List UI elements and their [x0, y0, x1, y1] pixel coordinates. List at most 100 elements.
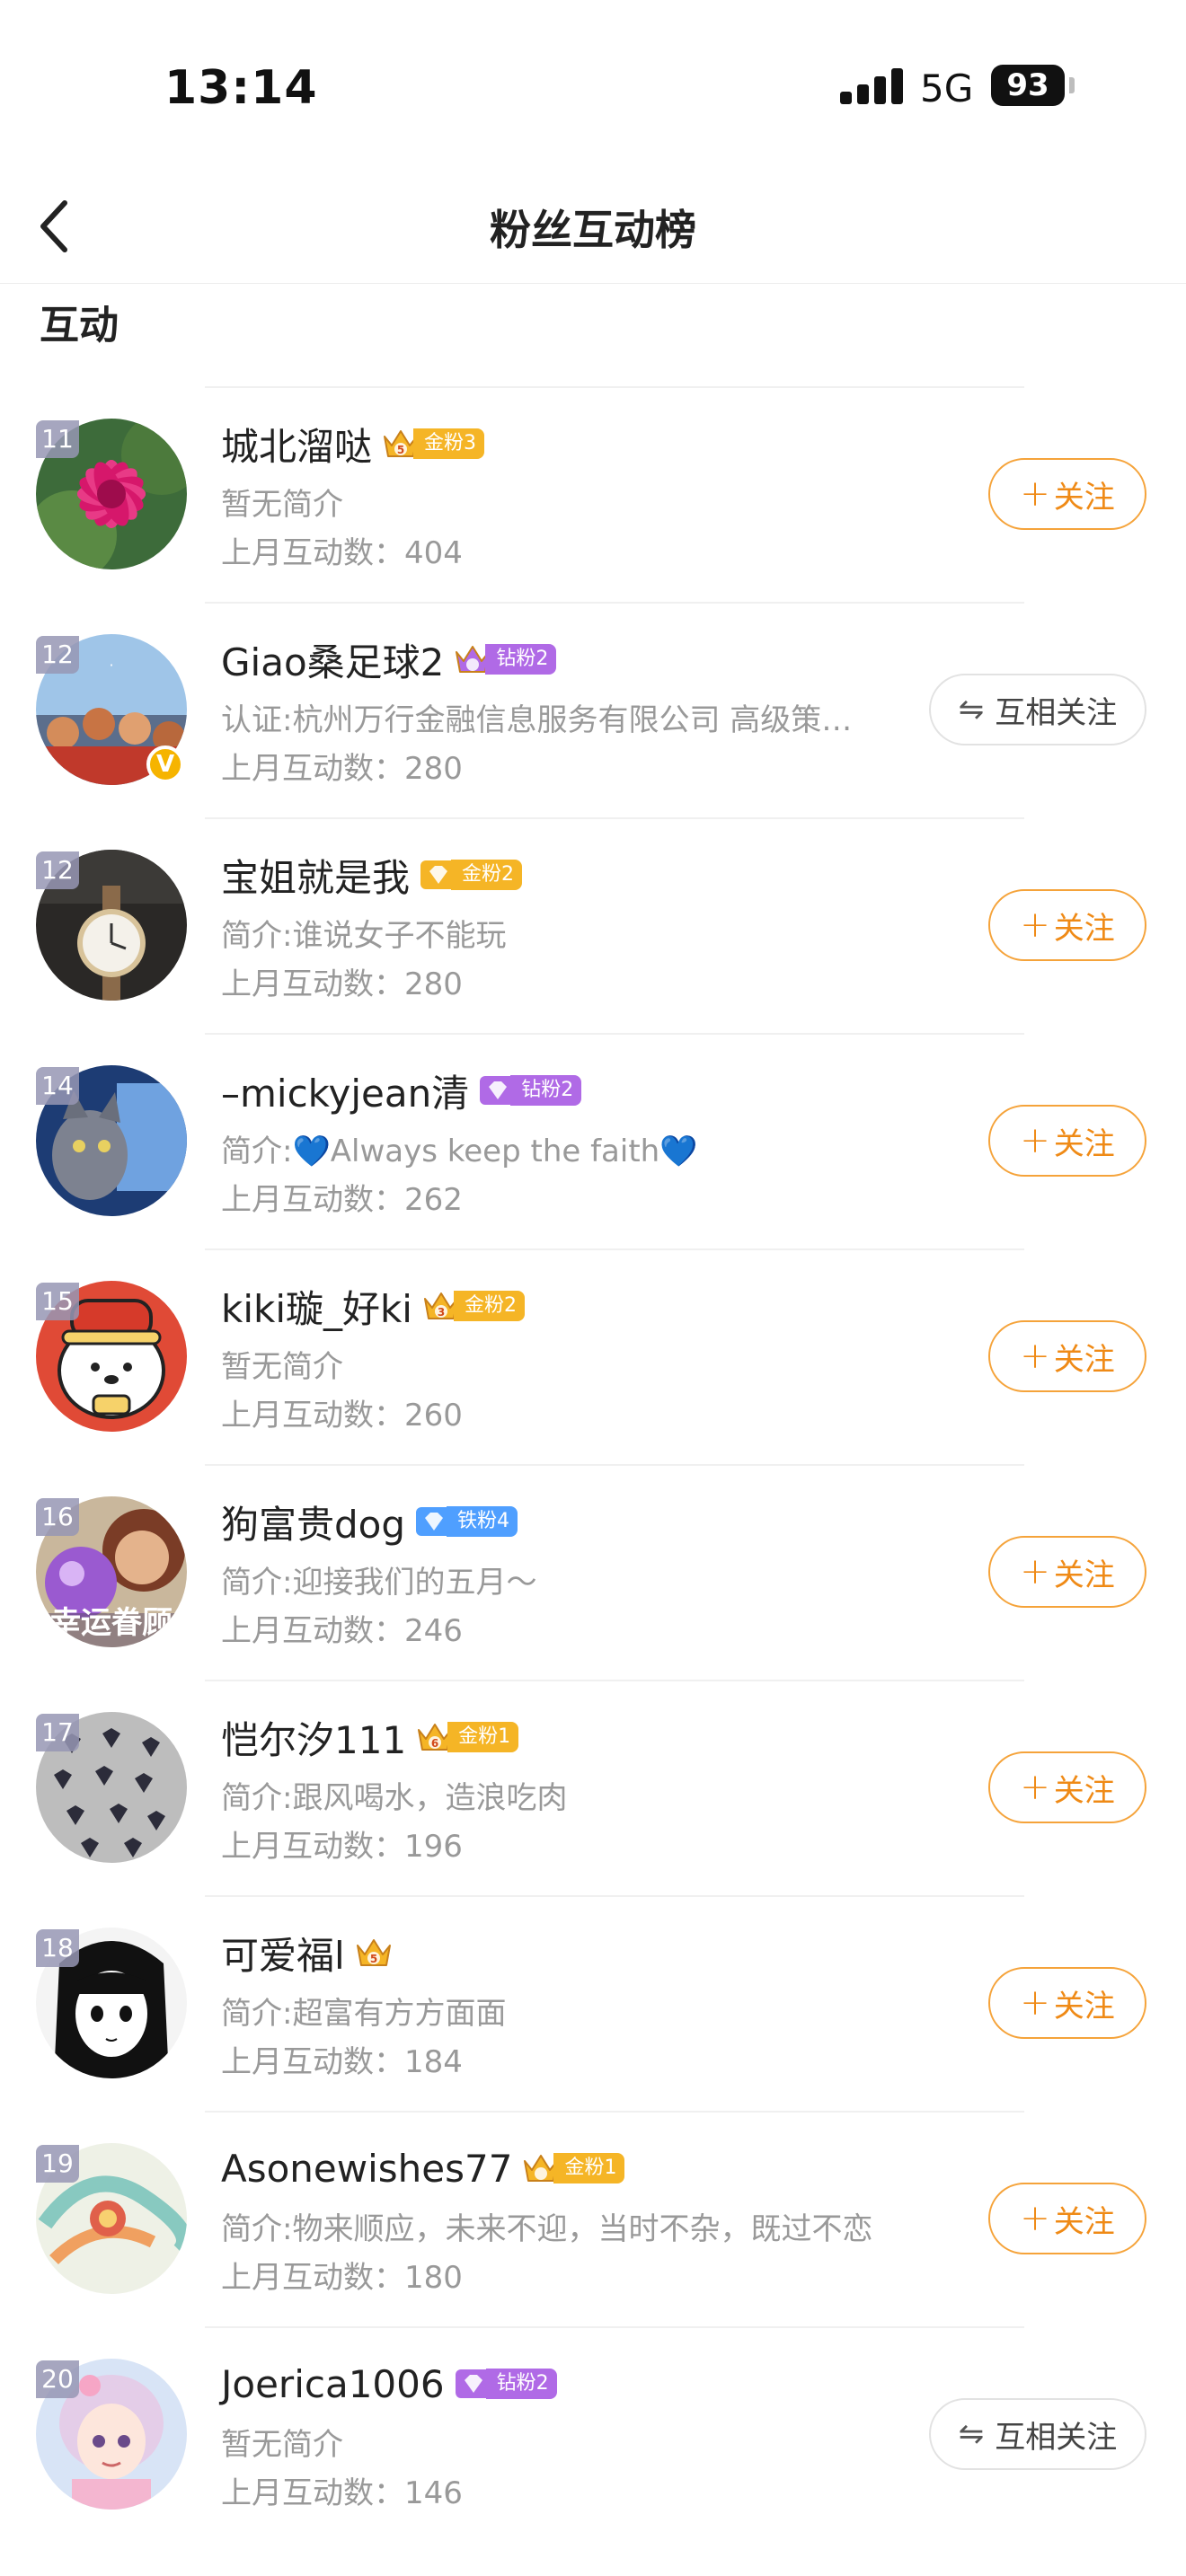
plus-icon: + — [1020, 1982, 1050, 2024]
fan-row[interactable]: 14 –mickyjean清 钻粉2 简介:💙Always keep the fait… — [0, 1033, 1186, 1248]
row-divider — [205, 1033, 1024, 1035]
follow-button[interactable]: + 关注 — [988, 1320, 1146, 1392]
row-divider — [205, 386, 1024, 388]
svg-text:6: 6 — [431, 1737, 438, 1750]
follow-label: 关注 — [1053, 2203, 1115, 2240]
row-divider — [205, 1464, 1024, 1466]
fan-row[interactable]: 17 恺尔汐111 6 金粉1 简介:跟风喝水，造浪吃肉 上月互动数：196 + 关注 — [0, 1680, 1186, 1895]
network-label: 5G — [920, 66, 974, 110]
name-line: 城北溜哒 5 金粉3 — [221, 417, 485, 472]
fan-badge: 铁粉4 — [414, 1504, 518, 1539]
crown-icon: 5 — [354, 1935, 394, 1971]
name-line: 恺尔汐111 6 金粉1 — [221, 1710, 519, 1765]
rank-badge: 12 — [36, 851, 79, 889]
mutual-follow-button[interactable]: ⇋ 互相关注 — [929, 674, 1146, 745]
fan-intro: 暂无简介 — [221, 2427, 343, 2463]
battery-cap — [1069, 77, 1075, 93]
fan-intro: 简介:超富有方方面面 — [221, 1996, 507, 2032]
fan-row[interactable]: 幸运眷顾 16 狗富贵dog 铁粉4 简介:迎接我们的五月～ 上月互动数：246 + 关注 — [0, 1464, 1186, 1680]
rank-badge: 14 — [36, 1067, 79, 1105]
name-line: 宝姐就是我 金粉2 — [221, 848, 523, 903]
plus-icon: + — [1020, 904, 1050, 946]
fan-row[interactable]: 11 城北溜哒 5 金粉3 暂无简介 上月互动数：404 + 关注 — [0, 386, 1186, 602]
fan-level-tag: 铁粉4 — [447, 1506, 518, 1537]
fan-level-tag: 金粉1 — [553, 2153, 625, 2183]
row-divider — [205, 2111, 1024, 2113]
fan-name[interactable]: 狗富贵dog — [221, 1495, 405, 1549]
fan-name[interactable]: 宝姐就是我 — [221, 848, 410, 903]
fan-intro: 简介:物来顺应，未来不迎，当时不杂，既过不恋 — [221, 2211, 873, 2247]
fan-badge: 6 金粉1 — [415, 1719, 519, 1755]
follow-button[interactable]: + 关注 — [988, 1967, 1146, 2039]
plus-icon: + — [1020, 473, 1050, 515]
fan-level-tag: 金粉3 — [413, 428, 485, 459]
fan-name[interactable]: 城北溜哒 — [221, 417, 372, 472]
follow-button[interactable]: + 关注 — [988, 458, 1146, 530]
rank-badge: 16 — [36, 1498, 79, 1536]
mutual-arrows-icon: ⇋ — [958, 692, 985, 728]
fan-level-tag: 金粉1 — [447, 1722, 519, 1752]
avatar-caption: 幸运眷顾 — [50, 1605, 173, 1641]
fan-level-tag: 钻粉2 — [485, 644, 557, 675]
fan-badge: 3 金粉2 — [421, 1288, 525, 1324]
plus-icon: + — [1020, 1120, 1050, 1161]
fan-intro: 暂无简介 — [221, 1349, 343, 1385]
fan-name[interactable]: –mickyjean清 — [221, 1063, 469, 1118]
fan-badge: 金粉2 — [419, 857, 523, 893]
fan-name[interactable]: 可爱福l — [221, 1926, 345, 1981]
fan-name[interactable]: Joerica1006 — [221, 2362, 445, 2406]
fan-badge: 5 金粉3 — [381, 426, 485, 462]
follow-button[interactable]: + 关注 — [988, 1536, 1146, 1608]
fan-name[interactable]: kiki璇_好ki — [221, 1279, 412, 1334]
section-title: 互动 — [40, 303, 119, 348]
battery-icon: 93 — [991, 65, 1065, 106]
fan-badge: 钻粉2 — [453, 641, 557, 677]
fan-name[interactable]: 恺尔汐111 — [221, 1710, 406, 1765]
follow-button[interactable]: + 关注 — [988, 889, 1146, 961]
fan-row[interactable]: 18 可爱福l 5 简介:超富有方方面面 上月互动数：184 + 关注 — [0, 1895, 1186, 2111]
row-divider — [205, 817, 1024, 819]
row-divider — [205, 1680, 1024, 1681]
interaction-count: 上月互动数：180 — [221, 2260, 463, 2296]
mutual-follow-label: 互相关注 — [995, 2419, 1118, 2456]
rank-badge: 18 — [36, 1929, 79, 1967]
fan-row[interactable]: 19 Asonewishes77 金粉1 简介:物来顺应，未来不迎，当时不杂，既过不恋… — [0, 2111, 1186, 2326]
fan-intro: 简介:谁说女子不能玩 — [221, 918, 507, 954]
row-divider — [205, 2326, 1024, 2328]
fan-intro: 简介:跟风喝水，造浪吃肉 — [221, 1780, 568, 1816]
plus-icon: + — [1020, 2198, 1050, 2239]
row-divider — [205, 1248, 1024, 1250]
fan-level-tag: 钻粉2 — [510, 1075, 582, 1106]
follow-label: 关注 — [1053, 1341, 1115, 1378]
fan-row[interactable]: 12 宝姐就是我 金粉2 简介:谁说女子不能玩 上月互动数：280 + 关注 — [0, 817, 1186, 1033]
fan-intro: 简介:💙Always keep the faith💙 — [221, 1134, 698, 1169]
nav-bar: 粉丝互动榜 — [0, 171, 1186, 284]
fan-name[interactable]: Giao桑足球2 — [221, 632, 444, 687]
mutual-follow-button[interactable]: ⇋ 互相关注 — [929, 2398, 1146, 2470]
fan-row[interactable]: 20 Joerica1006 钻粉2 暂无简介 上月互动数：146 ⇋ 互相关注 — [0, 2326, 1186, 2542]
rank-badge: 20 — [36, 2360, 79, 2398]
follow-label: 关注 — [1053, 479, 1115, 516]
mutual-follow-label: 互相关注 — [995, 694, 1118, 731]
follow-button[interactable]: + 关注 — [988, 2183, 1146, 2254]
follow-button[interactable]: + 关注 — [988, 1751, 1146, 1823]
fan-level-tag: 金粉2 — [451, 860, 523, 890]
follow-button[interactable]: + 关注 — [988, 1105, 1146, 1177]
fan-name[interactable]: Asonewishes77 — [221, 2147, 512, 2191]
fan-badge: 钻粉2 — [478, 1072, 582, 1108]
row-divider — [205, 1895, 1024, 1897]
follow-label: 关注 — [1053, 1772, 1115, 1809]
interaction-count: 上月互动数：280 — [221, 966, 463, 1002]
interaction-count: 上月互动数：184 — [221, 2044, 463, 2080]
plus-icon: + — [1020, 1336, 1050, 1377]
rank-badge: 15 — [36, 1283, 79, 1320]
fan-row[interactable]: · 12 V Giao桑足球2 钻粉2 认证:杭州万行金融信息服务有限公司 高级策… 上月互… — [0, 602, 1186, 817]
name-line: Giao桑足球2 钻粉2 — [221, 632, 557, 687]
interaction-count: 上月互动数：246 — [221, 1613, 463, 1649]
name-line: Joerica1006 钻粉2 — [221, 2357, 557, 2411]
verified-icon: V — [146, 745, 184, 783]
fan-row[interactable]: 15 kiki璇_好ki 3 金粉2 暂无简介 上月互动数：260 + 关注 — [0, 1248, 1186, 1464]
fan-badge: 钻粉2 — [454, 2366, 557, 2402]
interaction-count: 上月互动数：404 — [221, 535, 463, 571]
follow-label: 关注 — [1053, 1125, 1115, 1162]
